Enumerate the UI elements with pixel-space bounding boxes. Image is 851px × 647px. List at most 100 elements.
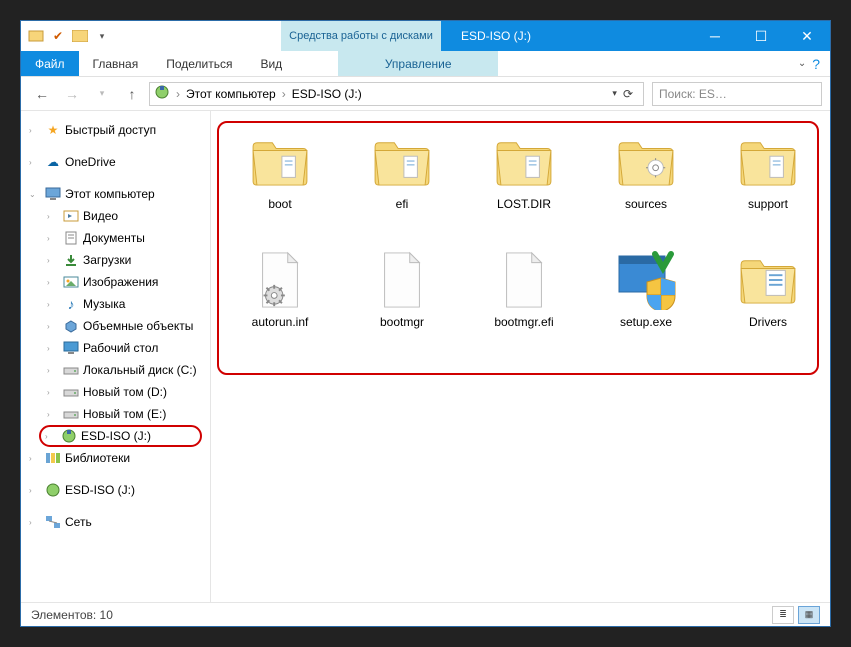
breadcrumb[interactable]: ESD-ISO (J:) (292, 87, 362, 101)
view-large-icons-button[interactable]: ▦ (798, 606, 820, 624)
expand-icon[interactable]: › (45, 432, 57, 441)
close-button[interactable]: ✕ (784, 21, 830, 51)
qat-dropdown-icon[interactable]: ▾ (93, 27, 111, 45)
expand-icon[interactable]: › (47, 366, 59, 375)
search-input[interactable]: Поиск: ES… (652, 82, 822, 106)
quick-access-toolbar: ✔ ▾ (21, 21, 281, 51)
expand-icon[interactable]: › (29, 518, 41, 527)
file-pane[interactable]: boot efi LOST.DIRsources support autorun.inf… (211, 111, 830, 602)
sidebar-item-label: Видео (83, 209, 118, 223)
sidebar-item--[interactable]: ›Изображения (21, 271, 210, 293)
chevron-right-icon[interactable]: › (280, 87, 288, 101)
folder-doc-icon (732, 247, 804, 313)
back-button[interactable]: ← (29, 81, 55, 107)
breadcrumb[interactable]: Этот компьютер (186, 87, 276, 101)
expand-icon[interactable]: › (47, 234, 59, 243)
file-icon (488, 247, 560, 313)
tab-view[interactable]: Вид (246, 51, 296, 76)
explorer-window: ✔ ▾ Средства работы с дисками ESD-ISO (J… (20, 20, 831, 627)
file-item-bootmgr-efi[interactable]: bootmgr.efi (465, 243, 583, 353)
expand-icon[interactable]: › (29, 126, 41, 135)
sidebar-item--[interactable]: ›Загрузки (21, 249, 210, 271)
refresh-icon[interactable]: ⟳ (619, 87, 637, 101)
checkmark-icon[interactable]: ✔ (49, 27, 67, 45)
3d-icon (63, 319, 79, 333)
sidebar-item-disc[interactable]: › ESD-ISO (J:) (21, 479, 210, 501)
disc-icon (45, 482, 61, 498)
ribbon-expand-icon[interactable]: ⌄ (798, 58, 806, 69)
file-item-label: support (748, 197, 788, 211)
sidebar-item-label: ESD-ISO (J:) (81, 429, 151, 443)
expand-icon[interactable]: › (29, 454, 41, 463)
up-button[interactable]: ↑ (119, 81, 145, 107)
expand-icon[interactable]: › (47, 344, 59, 353)
sidebar-item-network[interactable]: › Сеть (21, 511, 210, 533)
expand-icon[interactable]: › (47, 322, 59, 331)
sidebar-item-quick-access[interactable]: › ★ Быстрый доступ (21, 119, 210, 141)
file-gear-icon (244, 247, 316, 313)
expand-icon[interactable]: ⌄ (29, 190, 41, 199)
sidebar-item-label: Новый том (E:) (83, 407, 166, 421)
help-icon[interactable]: ? (812, 56, 820, 72)
file-tab[interactable]: Файл (21, 51, 79, 76)
file-item-autorun-inf[interactable]: autorun.inf (221, 243, 339, 353)
history-dropdown-icon[interactable]: ▾ (89, 81, 115, 107)
file-item-drivers[interactable]: Drivers (709, 243, 827, 353)
sidebar-item-label: Документы (83, 231, 145, 245)
file-icon (366, 247, 438, 313)
file-item-bootmgr[interactable]: bootmgr (343, 243, 461, 353)
sidebar-item-label: ESD-ISO (J:) (65, 483, 135, 497)
tab-manage[interactable]: Управление (338, 51, 498, 76)
folder-icon[interactable] (71, 27, 89, 45)
app-icon (27, 27, 45, 45)
file-item-support[interactable]: support (709, 125, 827, 235)
sidebar-item--e-[interactable]: › Новый том (E:) (21, 403, 210, 425)
sidebar-item-label: Рабочий стол (83, 341, 158, 355)
folder-icon (244, 129, 316, 195)
sidebar-item-onedrive[interactable]: › ☁ OneDrive (21, 151, 210, 173)
expand-icon[interactable]: › (47, 410, 59, 419)
sidebar-item--d-[interactable]: ›Новый том (D:) (21, 381, 210, 403)
expand-icon[interactable]: › (47, 212, 59, 221)
sidebar-item--[interactable]: › Документы (21, 227, 210, 249)
file-item-label: boot (268, 197, 291, 211)
view-details-button[interactable]: ≣ (772, 606, 794, 624)
sidebar-item--[interactable]: › Видео (21, 205, 210, 227)
tab-share[interactable]: Поделиться (152, 51, 246, 76)
sidebar-item-label: OneDrive (65, 155, 116, 169)
sidebar-item--[interactable]: ›Объемные объекты (21, 315, 210, 337)
cloud-icon: ☁ (45, 155, 61, 169)
file-item-sources[interactable]: sources (587, 125, 705, 235)
expand-icon[interactable]: › (47, 256, 59, 265)
file-item-lost-dir[interactable]: LOST.DIR (465, 125, 583, 235)
window-title: ESD-ISO (J:) (441, 21, 692, 51)
address-bar[interactable]: › Этот компьютер › ESD-ISO (J:) ▾ ⟳ (149, 82, 644, 106)
sidebar-item-libraries[interactable]: › Библиотеки (21, 447, 210, 469)
file-item-label: Drivers (749, 315, 787, 329)
maximize-button[interactable]: ☐ (738, 21, 784, 51)
chevron-right-icon[interactable]: › (174, 87, 182, 101)
expand-icon[interactable]: › (47, 388, 59, 397)
tab-home[interactable]: Главная (79, 51, 153, 76)
forward-button[interactable]: → (59, 81, 85, 107)
expand-icon[interactable]: › (29, 158, 41, 167)
sidebar-item-this-pc[interactable]: ⌄ Этот компьютер (21, 183, 210, 205)
sidebar-item--c-[interactable]: ›Локальный диск (C:) (21, 359, 210, 381)
sidebar-item-esd-iso-j-[interactable]: › ESD-ISO (J:) (39, 425, 202, 447)
expand-icon[interactable]: › (47, 278, 59, 287)
file-item-setup-exe[interactable]: setup.exe (587, 243, 705, 353)
expand-icon[interactable]: › (47, 300, 59, 309)
sidebar-item--[interactable]: ›♪Музыка (21, 293, 210, 315)
minimize-button[interactable]: ─ (692, 21, 738, 51)
folder-icon (488, 129, 560, 195)
file-item-boot[interactable]: boot (221, 125, 339, 235)
exe-shield-icon (610, 247, 682, 313)
file-item-efi[interactable]: efi (343, 125, 461, 235)
star-icon: ★ (45, 123, 61, 137)
file-item-label: efi (396, 197, 409, 211)
sidebar-item--[interactable]: › Рабочий стол (21, 337, 210, 359)
expand-icon[interactable]: › (29, 486, 41, 495)
sidebar-item-label: Этот компьютер (65, 187, 155, 201)
address-dropdown-icon[interactable]: ▾ (612, 88, 617, 99)
file-item-label: setup.exe (620, 315, 672, 329)
